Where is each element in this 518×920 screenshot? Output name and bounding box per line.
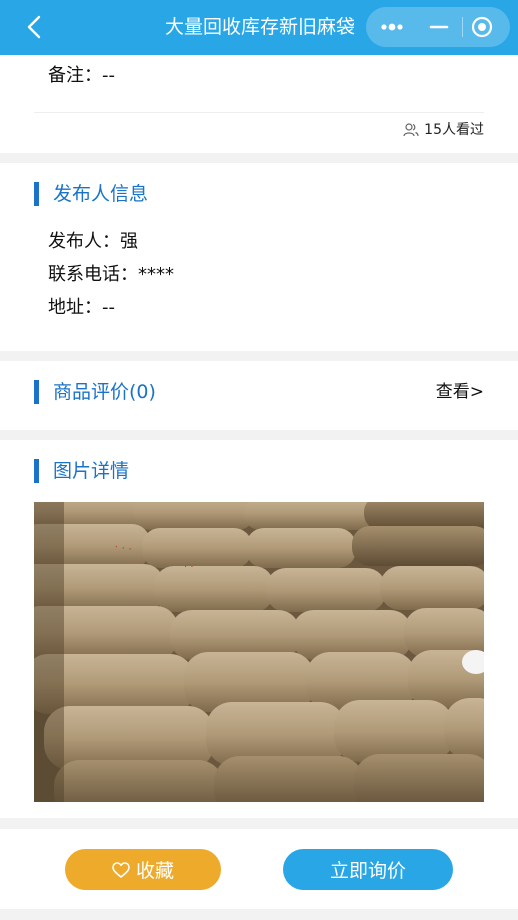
mini-program-capsule (366, 7, 510, 47)
views-count: 15人看过 (403, 121, 484, 139)
back-button[interactable] (22, 12, 50, 42)
publisher-phone-label: 联系电话： (48, 264, 138, 285)
reviews-section-header: 商品评价(0) (34, 380, 156, 404)
inquire-label: 立即询价 (329, 860, 406, 882)
section-accent-bar (34, 182, 39, 206)
views-text: 15人看过 (424, 122, 484, 138)
burlap-sacks-photo: · · · · · (34, 502, 484, 802)
inquire-button[interactable]: 立即询价 (283, 849, 453, 890)
publisher-address-label: 地址： (48, 297, 102, 318)
page-title: 大量回收库存新旧麻袋 (164, 16, 355, 38)
image-details-card: 图片详情 · · · · · (0, 440, 518, 818)
svg-text:· ·: · · (184, 562, 194, 573)
publisher-phone-value: **** (138, 264, 174, 285)
heart-icon (112, 861, 130, 878)
section-title: 图片详情 (53, 460, 130, 482)
section-accent-bar (34, 380, 39, 404)
close-button[interactable] (458, 7, 506, 47)
section-title: 发布人信息 (53, 183, 149, 205)
favorite-label: 收藏 (135, 860, 174, 882)
images-section-header: 图片详情 (34, 459, 129, 483)
top-navbar: 大量回收库存新旧麻袋 (0, 0, 518, 55)
publisher-address-row: 地址：-- (48, 296, 115, 320)
publisher-address-value: -- (102, 297, 115, 318)
remark-row: 备注：-- (48, 64, 115, 88)
section-accent-bar (34, 459, 39, 483)
users-icon (403, 123, 419, 137)
remark-value: -- (102, 65, 115, 86)
publisher-section-header: 发布人信息 (34, 182, 148, 206)
publisher-card: 发布人信息 发布人：强 联系电话：**** 地址：-- (0, 163, 518, 351)
product-photo[interactable]: · · · · · (34, 502, 484, 802)
view-reviews-link[interactable]: 查看> (436, 381, 484, 403)
section-title: 商品评价(0) (53, 381, 156, 403)
favorite-button[interactable]: 收藏 (65, 849, 221, 890)
bottom-action-bar: 收藏 立即询价 (0, 829, 518, 909)
reviews-card: 商品评价(0) 查看> (0, 361, 518, 430)
remark-label: 备注： (48, 65, 102, 86)
publisher-name-value: 强 (120, 231, 138, 252)
divider (34, 112, 484, 113)
publisher-phone-row: 联系电话：**** (48, 263, 174, 287)
target-circle-icon (471, 16, 493, 38)
publisher-name-row: 发布人：强 (48, 230, 138, 254)
more-dots-icon (381, 23, 403, 31)
item-info-card: 备注：-- 15人看过 (0, 55, 518, 153)
publisher-name-label: 发布人： (48, 231, 120, 252)
chevron-left-icon (27, 15, 41, 39)
